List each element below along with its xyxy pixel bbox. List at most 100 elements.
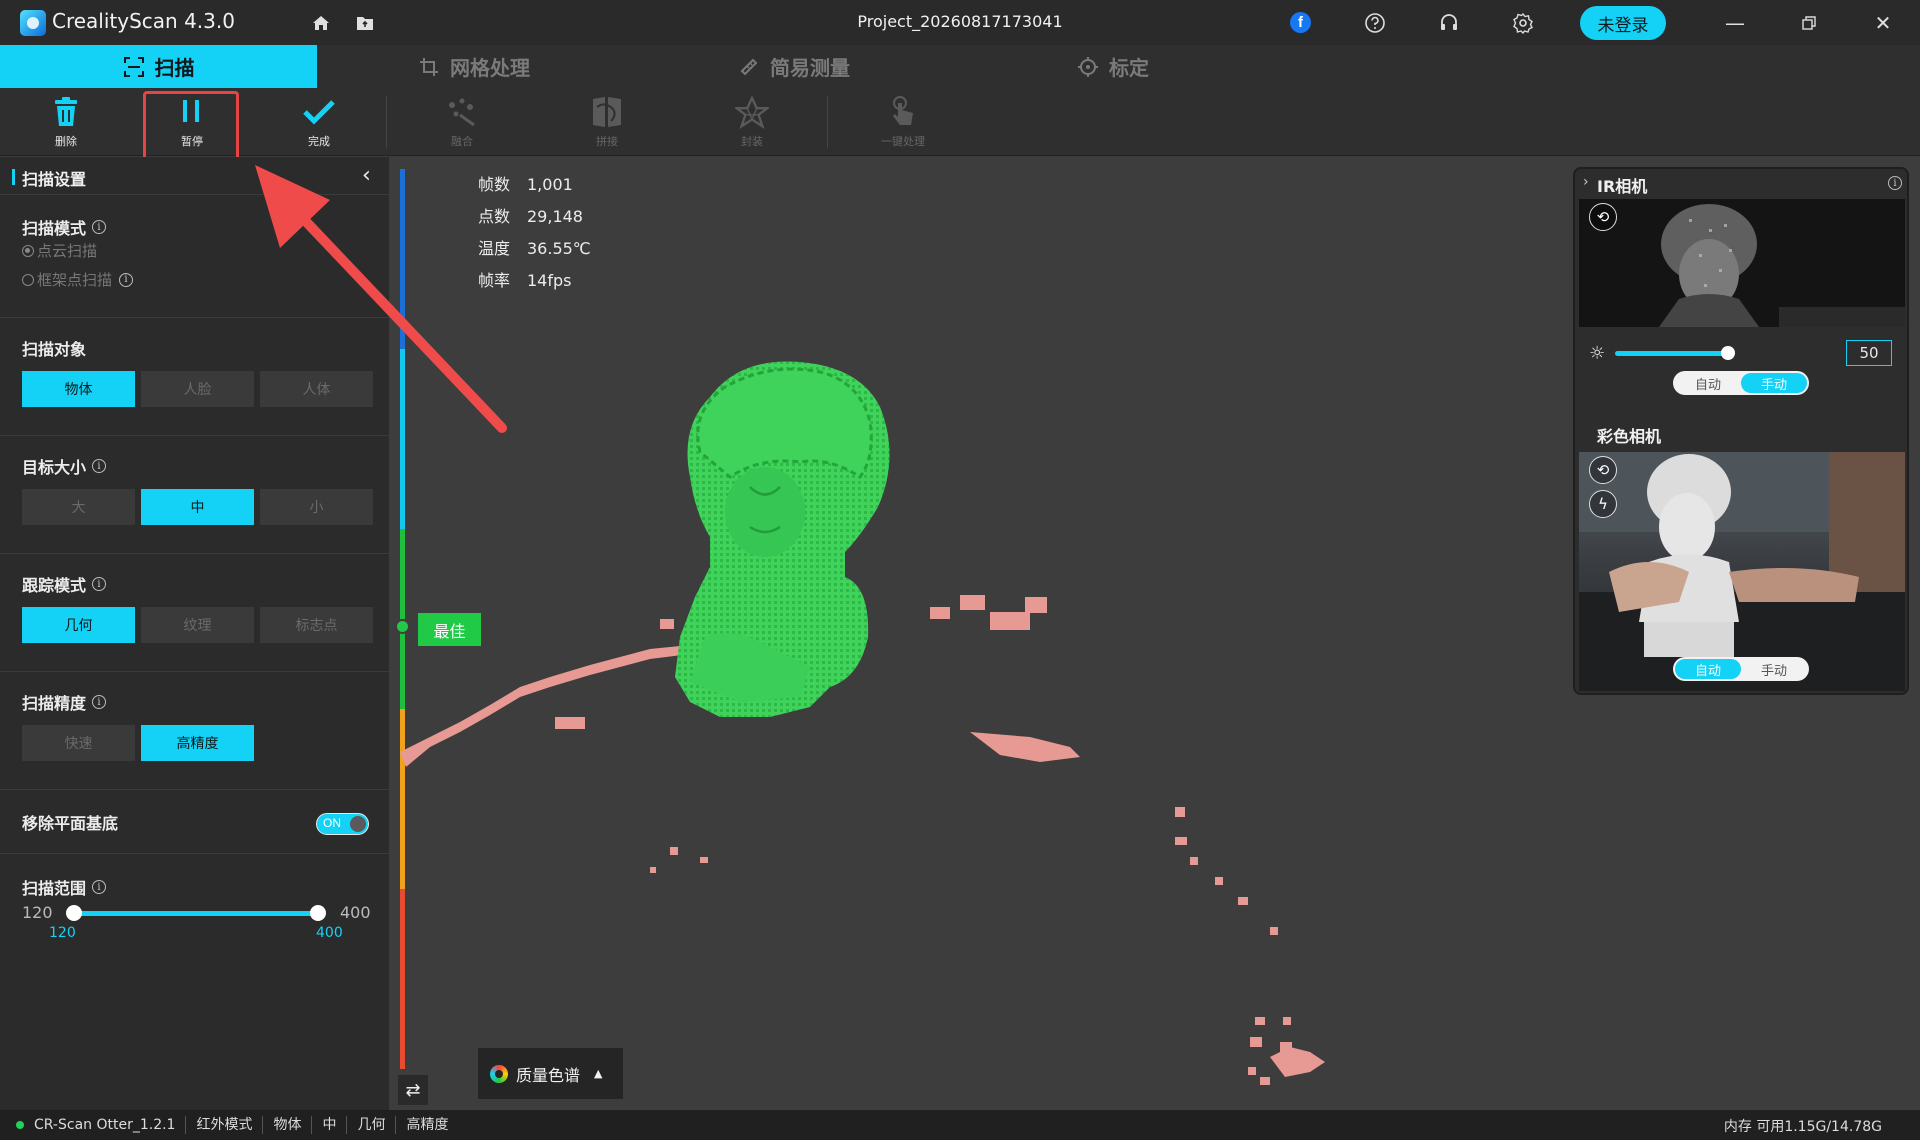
range-low-handle[interactable] [66,905,82,921]
quality-colormap-button[interactable]: 质量色谱 ▲ [478,1048,623,1099]
facebook-icon[interactable]: f [1290,12,1311,33]
radio-frame-point-label: 框架点扫描 [37,271,113,289]
size-option-medium[interactable]: 中 [141,489,254,525]
ir-mode-auto[interactable]: 自动 [1675,373,1741,393]
chevron-right-icon[interactable]: › [1583,174,1589,190]
home-icon[interactable] [308,10,334,36]
mode-tabs: 扫描 网格处理 简易测量 标定 [0,45,1920,88]
toolbar-divider [386,96,387,148]
fuse-button[interactable]: 融合 [417,88,507,156]
done-button[interactable]: 完成 [274,88,364,156]
tab-measure-label: 简易测量 [770,56,850,80]
one-click-process-button[interactable]: 一键处理 [858,88,948,156]
tracking-mode-selector: 几何 纹理 标志点 [22,607,373,643]
settings-gear-icon[interactable] [1510,10,1536,36]
rotate-camera-icon[interactable]: ⟲ [1589,203,1617,231]
tab-calibration[interactable]: 标定 [1077,45,1149,88]
fuse-wand-icon [445,95,479,129]
exposure-slider-handle[interactable] [1721,346,1735,360]
memory-status: 内存 可用1.15G/14.78G [1723,1119,1882,1135]
tracking-option-marker[interactable]: 标志点 [260,607,373,643]
stitch-label: 拼接 [596,135,618,148]
precision-option-high[interactable]: 高精度 [141,725,254,761]
app-title: CrealityScan 4.3.0 [52,9,235,33]
object-option-body[interactable]: 人体 [260,371,373,407]
tab-simple-measure[interactable]: 简易测量 [738,45,850,88]
scan-object-selector: 物体 人脸 人体 [22,371,373,407]
remove-plane-title: 移除平面基底 [22,814,119,833]
radio-point-cloud-label: 点云扫描 [37,242,98,260]
info-icon[interactable]: i [92,695,107,709]
status-item: 物体 [262,1116,311,1134]
flash-off-icon[interactable]: ϟ [1589,490,1617,518]
rotate-camera-icon[interactable]: ⟲ [1589,456,1617,484]
scan-precision-title-text: 扫描精度 [22,694,87,713]
ir-camera-preview: ⟲ [1579,199,1905,327]
toggle-knob [350,816,366,832]
ir-mode-manual[interactable]: 手动 [1741,373,1807,393]
delete-button[interactable]: 删除 [21,88,111,156]
mesh-star-icon [735,95,769,129]
range-slider-track[interactable] [74,911,318,916]
close-icon[interactable]: ✕ [1863,8,1903,38]
minimize-icon[interactable]: — [1715,8,1755,38]
done-label: 完成 [308,135,330,148]
radio-checked-icon [22,244,34,257]
range-high-handle[interactable] [310,905,326,921]
bust-shape [675,361,890,717]
swap-icon[interactable]: ⇄ [398,1075,428,1105]
scan-toolbar: 删除 暂停 完成 融合 拼接 封装 一键处理 [0,88,1920,156]
connection-status-dot [16,1121,24,1129]
object-option-object[interactable]: 物体 [22,371,135,407]
restore-window-icon[interactable] [1789,8,1829,38]
tab-calibration-label: 标定 [1109,56,1149,80]
tracking-option-texture[interactable]: 纹理 [141,607,254,643]
info-icon[interactable]: i [1888,176,1902,190]
collapse-chevron-left-icon[interactable]: ‹ [362,163,371,188]
scan-frame-icon [123,56,145,78]
info-icon[interactable]: i [92,220,107,234]
headset-support-icon[interactable] [1436,10,1462,36]
login-button[interactable]: 未登录 [1580,6,1666,40]
radio-frame-point[interactable]: 框架点扫描 i [22,269,134,290]
status-items: CR-Scan Otter_1.2.1 红外模式 物体 中 几何 高精度 [34,1116,458,1134]
info-icon[interactable]: i [92,880,107,894]
encapsulate-button[interactable]: 封装 [707,88,797,156]
info-icon[interactable]: i [92,577,107,591]
size-option-large[interactable]: 大 [22,489,135,525]
folder-icon[interactable] [352,10,378,36]
color-mode-manual[interactable]: 手动 [1741,659,1807,679]
range-max-label: 400 [340,903,371,922]
color-mode-auto[interactable]: 自动 [1675,659,1741,679]
range-high-value: 400 [316,925,343,941]
help-icon[interactable] [1362,10,1388,36]
toolbar-divider [827,96,828,148]
tracking-option-geometry[interactable]: 几何 [22,607,135,643]
scan-range-title: 扫描范围 i [22,875,107,899]
stitch-button[interactable]: 拼接 [562,88,652,156]
radio-point-cloud[interactable]: 点云扫描 [22,240,97,261]
exposure-value-input[interactable]: 50 [1846,340,1892,366]
touch-hand-icon [886,95,920,129]
toggle-on-label: ON [323,816,341,830]
size-option-small[interactable]: 小 [260,489,373,525]
scan-mode-title: 扫描模式 i [22,215,107,239]
app-logo-icon [20,10,46,36]
exposure-slider-track[interactable] [1615,351,1728,356]
ruler-icon [738,56,760,78]
tab-scan[interactable]: 扫描 [0,45,317,88]
tab-mesh-processing[interactable]: 网格处理 [418,45,530,88]
object-option-face[interactable]: 人脸 [141,371,254,407]
remove-plane-toggle[interactable]: ON [316,813,369,835]
panel-header: 扫描设置 ‹ [0,157,389,195]
panel-title: 扫描设置 [22,170,87,189]
precision-option-fast[interactable]: 快速 [22,725,135,761]
status-item: 高精度 [395,1116,458,1134]
tab-mesh-label: 网格处理 [450,56,530,80]
caret-up-icon: ▲ [594,1067,603,1080]
tab-scan-label: 扫描 [154,56,195,80]
panel-header-accent [12,169,15,185]
info-icon[interactable]: i [92,459,107,473]
info-icon[interactable]: i [119,272,134,287]
status-item: 红外模式 [185,1116,262,1134]
